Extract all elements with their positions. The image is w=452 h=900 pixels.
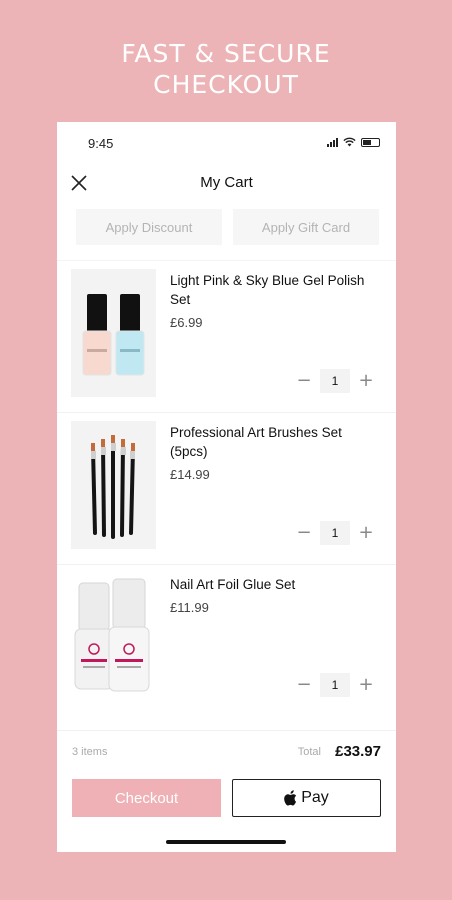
apple-pay-label: Pay [301,789,329,806]
quantity-value[interactable]: 1 [320,673,350,697]
total-amount: £33.97 [335,743,381,760]
art-brushes-icon[interactable] [71,421,156,549]
promo-line-1: FAST & SECURE [121,39,331,68]
quantity-value[interactable]: 1 [320,521,350,545]
gel-polish-bottles-icon[interactable] [71,269,156,397]
cart-item: Nail Art Foil Glue Set £11.99 − 1 + [57,564,396,716]
increase-quantity-button[interactable]: + [355,370,377,392]
cart-item: Professional Art Brushes Set (5pcs) £14.… [57,412,396,564]
promo-heading: FAST & SECURE CHECKOUT [0,38,452,100]
item-name: Light Pink & Sky Blue Gel Polish Set [170,273,365,307]
checkout-button[interactable]: Checkout [72,779,221,817]
wifi-icon [343,137,356,147]
phone-screen: 9:45 My Cart Apply Discount Apply Gift C… [57,122,396,852]
item-price: £14.99 [170,467,210,482]
cart-header: My Cart [57,166,396,198]
item-name: Nail Art Foil Glue Set [170,577,296,592]
status-bar: 9:45 [57,122,396,162]
apple-pay-button[interactable]: Pay [232,779,381,817]
signal-icon [327,137,338,147]
foil-glue-bottles-icon[interactable] [71,573,156,701]
promo-line-2: CHECKOUT [153,70,299,99]
cart-item: Light Pink & Sky Blue Gel Polish Set £6.… [57,260,396,412]
total-label: Total [297,746,321,758]
quantity-stepper: − 1 + [293,369,377,393]
apple-logo-icon [284,790,297,806]
quantity-stepper: − 1 + [293,521,377,545]
item-name: Professional Art Brushes Set (5pcs) [170,425,342,459]
item-count: 3 items [72,746,108,758]
apply-discount-button[interactable]: Apply Discount [76,209,222,245]
cart-summary: 3 items Total £33.97 [57,730,396,770]
cart-items: Light Pink & Sky Blue Gel Polish Set £6.… [57,260,396,716]
battery-icon [361,137,380,147]
item-price: £11.99 [170,600,209,615]
status-time: 9:45 [88,136,114,151]
home-indicator [166,840,286,844]
item-price: £6.99 [170,315,203,330]
page-title: My Cart [200,174,253,191]
apply-gift-card-button[interactable]: Apply Gift Card [233,209,379,245]
decrease-quantity-button[interactable]: − [293,370,315,392]
decrease-quantity-button[interactable]: − [293,522,315,544]
increase-quantity-button[interactable]: + [355,674,377,696]
decrease-quantity-button[interactable]: − [293,674,315,696]
increase-quantity-button[interactable]: + [355,522,377,544]
quantity-value[interactable]: 1 [320,369,350,393]
cart-actions: Apply Discount Apply Gift Card [76,209,379,245]
quantity-stepper: − 1 + [293,673,377,697]
